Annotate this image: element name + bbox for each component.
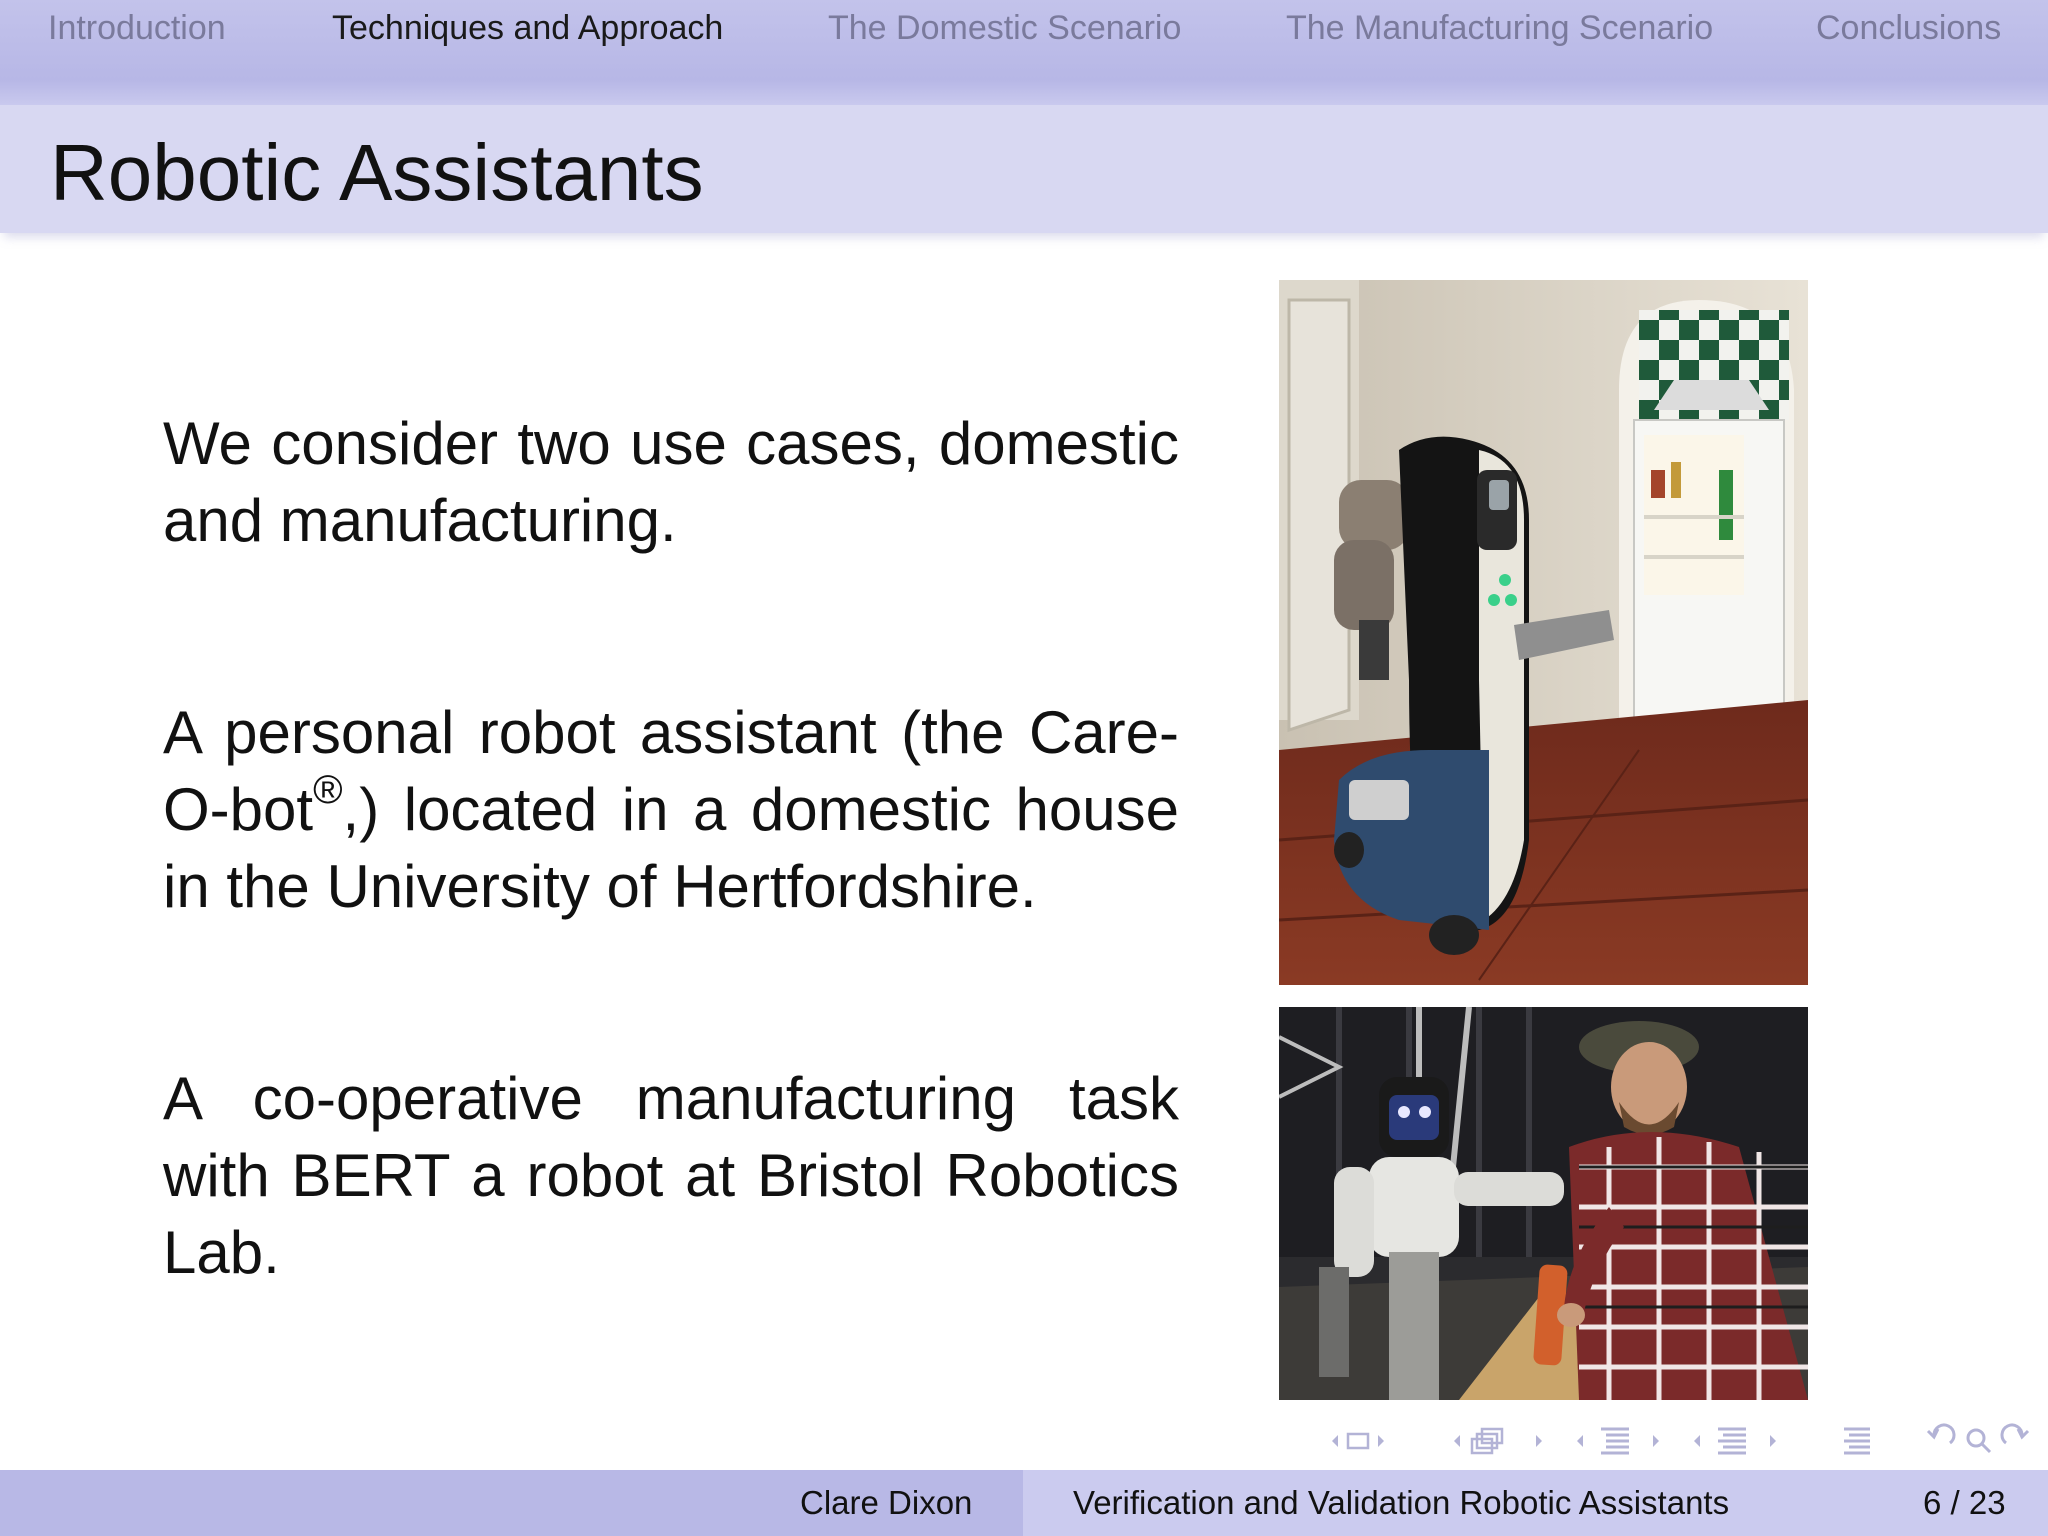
- nav-section-conclusions[interactable]: Conclusions: [1816, 6, 2001, 50]
- bert-illustration: [1279, 1007, 1808, 1400]
- footer-page-number: 6 / 23: [1923, 1484, 2006, 1521]
- care-o-bot-illustration: [1279, 280, 1808, 985]
- footer-author-box: Clare Dixon: [0, 1470, 1023, 1536]
- section-navigation[interactable]: [1573, 1423, 1668, 1459]
- back-icon: [1926, 1423, 1956, 1445]
- section-navigation-bar: Introduction Techniques and Approach The…: [0, 0, 2048, 105]
- frame-next-icon: [1378, 1435, 1384, 1447]
- forward-icon: [2000, 1423, 2030, 1445]
- frame-prev-icon: [1332, 1435, 1338, 1447]
- frame-navigation[interactable]: [1330, 1423, 1388, 1459]
- toc-icon[interactable]: [1840, 1423, 1874, 1459]
- paragraph-care-o-bot: A personal robot assistant (the Care-O-b…: [163, 694, 1179, 925]
- search-navigation[interactable]: [1922, 1423, 2034, 1459]
- care-o-bot-photo: [1279, 280, 1808, 985]
- subsection-icon: [1470, 1427, 1504, 1455]
- section-icon: [1601, 1427, 1629, 1455]
- bert-robot-photo: [1279, 1007, 1808, 1400]
- frame-title-bar: Robotic Assistants: [0, 105, 2048, 233]
- footline: Clare Dixon Verification and Validation …: [0, 1470, 2048, 1536]
- nav-section-introduction[interactable]: Introduction: [48, 6, 226, 50]
- doc-next-icon: [1770, 1435, 1776, 1447]
- paragraph-use-cases: We consider two use cases, domestic and …: [163, 410, 1179, 554]
- section-prev-icon: [1577, 1435, 1583, 1447]
- slide-body: We consider two use cases, domestic and …: [163, 405, 1179, 1426]
- subsection-prev-icon: [1454, 1435, 1460, 1447]
- subsection-next-icon: [1536, 1435, 1542, 1447]
- registered-mark: ®: [313, 768, 343, 812]
- footer-author: Clare Dixon: [800, 1484, 973, 1521]
- slide-title: Robotic Assistants: [50, 128, 704, 217]
- section-next-icon: [1653, 1435, 1659, 1447]
- paragraph-bert: A co-operative manufacturing task with B…: [163, 1065, 1179, 1286]
- footer-title-box: Verification and Validation Robotic Assi…: [1023, 1470, 2048, 1536]
- footer-presentation-title: Verification and Validation Robotic Assi…: [1073, 1484, 1730, 1521]
- subsection-navigation[interactable]: [1450, 1423, 1545, 1459]
- doc-prev-icon: [1694, 1435, 1700, 1447]
- search-icon: [1966, 1428, 1992, 1454]
- frame-icon: [1346, 1432, 1370, 1450]
- nav-section-domestic-scenario[interactable]: The Domestic Scenario: [828, 6, 1181, 50]
- document-navigation[interactable]: [1690, 1423, 1785, 1459]
- nav-section-manufacturing-scenario[interactable]: The Manufacturing Scenario: [1286, 6, 1713, 50]
- nav-section-techniques-and-approach[interactable]: Techniques and Approach: [332, 6, 723, 50]
- doc-icon: [1718, 1427, 1746, 1455]
